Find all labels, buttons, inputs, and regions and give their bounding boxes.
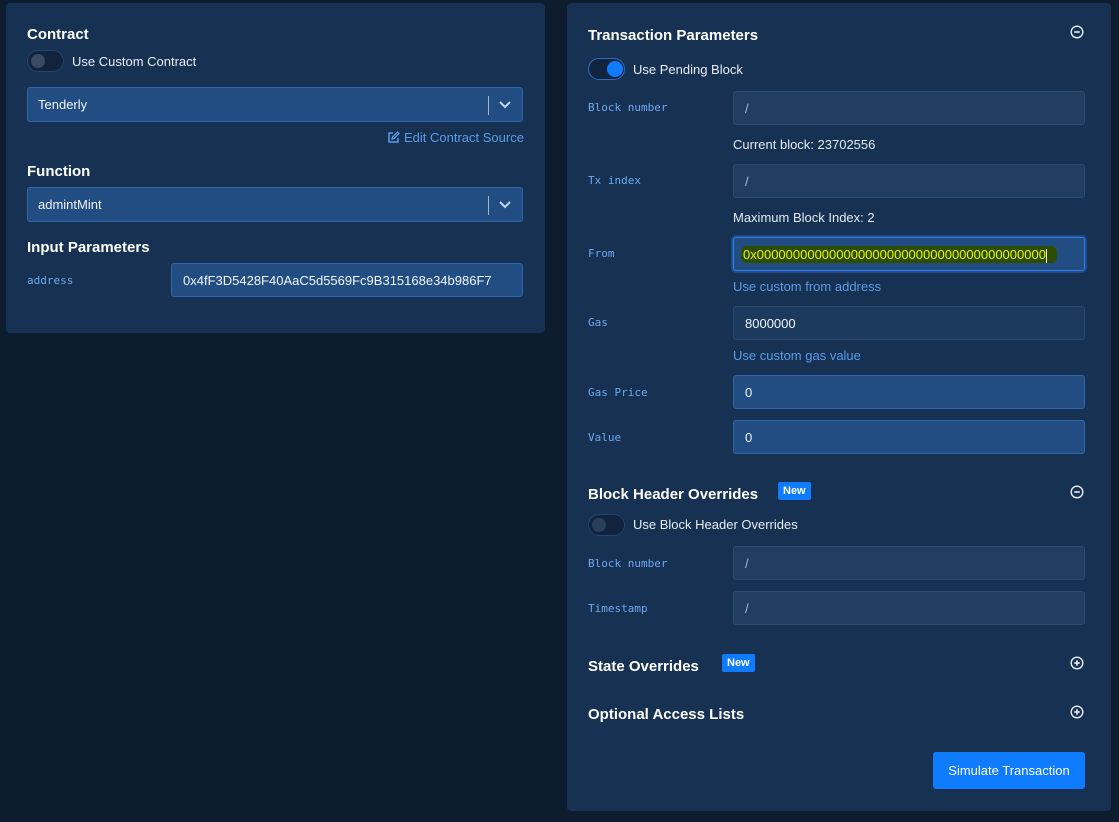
tx-index-input[interactable]: / <box>733 164 1085 198</box>
value-label: Value <box>588 431 622 444</box>
from-input[interactable]: 0x00000000000000000000000000000000000000… <box>733 237 1085 271</box>
gas-price-label: Gas Price <box>588 386 648 399</box>
use-pending-block-label: Use Pending Block <box>633 62 743 77</box>
current-block-text: Current block: 23702556 <box>733 137 876 152</box>
chevron-down-icon <box>499 201 511 209</box>
input-parameters-heading: Input Parameters <box>27 239 150 256</box>
minus-circle-icon[interactable] <box>1070 25 1084 39</box>
param-label-address: address <box>27 274 74 287</box>
use-block-header-overrides-label: Use Block Header Overrides <box>633 517 798 532</box>
new-badge: New <box>778 482 811 500</box>
block-number-input[interactable]: / <box>733 91 1085 125</box>
edit-contract-source-text: Edit Contract Source <box>404 130 524 145</box>
gas-price-input[interactable]: 0 <box>733 375 1085 409</box>
from-label: From <box>588 247 615 260</box>
use-pending-block-toggle[interactable] <box>588 58 625 80</box>
edit-icon <box>388 131 400 143</box>
contract-panel: Contract Use Custom Contract Tenderly Ed… <box>6 3 545 333</box>
edit-contract-source-link[interactable]: Edit Contract Source <box>387 130 524 145</box>
use-custom-from-address-link[interactable]: Use custom from address <box>733 279 881 294</box>
param-input-address[interactable]: 0x4fF3D5428F40AaC5d5569Fc9B315168e34b986… <box>171 263 523 297</box>
use-custom-contract-label: Use Custom Contract <box>72 54 197 69</box>
bho-block-number-label: Block number <box>588 557 668 570</box>
minus-circle-icon[interactable] <box>1070 485 1084 499</box>
from-input-value: 0x00000000000000000000000000000000000000… <box>741 246 1057 263</box>
plus-circle-icon[interactable] <box>1070 656 1084 670</box>
function-select-value: admintMint <box>38 197 102 212</box>
bho-block-number-input[interactable]: / <box>733 546 1085 580</box>
chevron-down-icon <box>499 101 511 109</box>
max-block-index-text: Maximum Block Index: 2 <box>733 210 875 225</box>
gas-label: Gas <box>588 316 608 329</box>
function-select[interactable]: admintMint <box>27 187 523 222</box>
simulate-transaction-button[interactable]: Simulate Transaction <box>933 752 1085 789</box>
plus-circle-icon[interactable] <box>1070 705 1084 719</box>
contract-heading: Contract <box>27 26 89 43</box>
select-separator <box>488 96 489 115</box>
state-overrides-heading: State Overrides <box>588 658 699 675</box>
contract-select-value: Tenderly <box>38 97 88 112</box>
function-heading: Function <box>27 163 91 180</box>
toggle-knob <box>592 518 606 532</box>
new-badge: New <box>722 654 755 672</box>
timestamp-input[interactable]: / <box>733 591 1085 625</box>
transaction-panel: Transaction Parameters Use Pending Block… <box>567 3 1111 811</box>
transaction-parameters-heading: Transaction Parameters <box>588 27 759 44</box>
toggle-knob <box>607 61 623 77</box>
block-header-overrides-heading: Block Header Overrides <box>588 486 759 503</box>
tx-index-label: Tx index <box>588 174 641 187</box>
use-block-header-overrides-toggle[interactable] <box>588 514 625 536</box>
block-number-label: Block number <box>588 101 668 114</box>
use-custom-contract-toggle[interactable] <box>27 50 64 72</box>
gas-input[interactable]: 8000000 <box>733 306 1085 340</box>
value-input[interactable]: 0 <box>733 420 1085 454</box>
from-value-text: 0x00000000000000000000000000000000000000… <box>743 247 1046 262</box>
timestamp-label: Timestamp <box>588 602 648 615</box>
use-custom-gas-value-link[interactable]: Use custom gas value <box>733 348 861 363</box>
toggle-knob <box>31 54 45 68</box>
optional-access-lists-heading: Optional Access Lists <box>588 706 745 723</box>
contract-select[interactable]: Tenderly <box>27 87 523 122</box>
text-caret <box>1045 248 1047 263</box>
select-separator <box>488 196 489 215</box>
